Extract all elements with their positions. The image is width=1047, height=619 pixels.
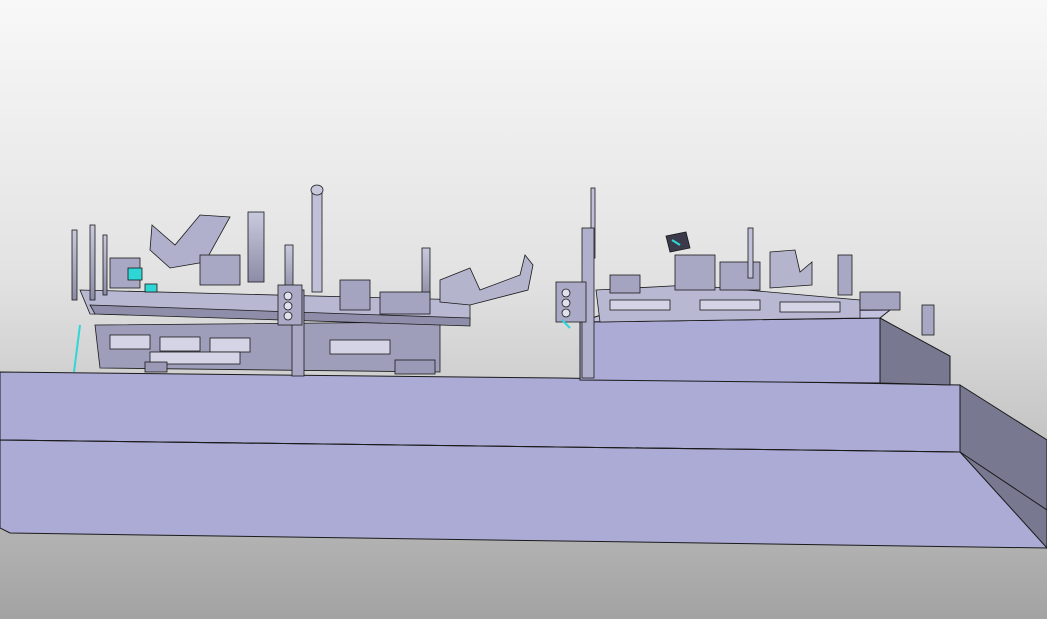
post: [747, 227, 754, 279]
clamp-hole: [561, 308, 571, 318]
gripper: [665, 231, 691, 253]
clamp-hole: [561, 298, 571, 308]
foot: [144, 361, 168, 373]
clamp-block: [609, 274, 641, 294]
post: [102, 234, 108, 296]
frame-slot: [159, 336, 201, 352]
pin-shaft: [311, 191, 323, 293]
post: [71, 229, 78, 301]
clamp-block: [339, 279, 371, 311]
base-top-face: [0, 371, 961, 453]
frame-slot: [609, 299, 671, 311]
frame-slot: [329, 339, 391, 355]
cad-scene[interactable]: [0, 0, 1047, 619]
post: [89, 224, 96, 301]
post: [247, 211, 265, 283]
clamp-block: [379, 291, 431, 315]
post: [921, 304, 935, 336]
base-front-face: [0, 439, 1047, 549]
highlight-part: [127, 267, 143, 281]
clamp-block: [674, 254, 716, 291]
clamp-block: [859, 291, 901, 311]
foot: [394, 359, 436, 375]
frame-slot: [779, 301, 841, 313]
frame-slot: [699, 299, 761, 311]
frame-slot: [209, 337, 251, 353]
block-front-face: [579, 317, 881, 384]
highlight-part: [144, 283, 158, 293]
pin-head: [310, 184, 324, 196]
base-platform[interactable]: [0, 371, 1047, 549]
post: [837, 254, 853, 296]
cad-3d-viewport[interactable]: [0, 0, 1047, 619]
clamp-block: [555, 281, 587, 323]
clamp-hole: [561, 288, 571, 298]
clamp-block: [719, 261, 761, 291]
clamp-block: [199, 254, 241, 286]
clamp-hole: [283, 291, 293, 301]
post: [421, 247, 431, 299]
clamp-hole: [283, 301, 293, 311]
frame-slot: [109, 334, 151, 350]
clamp-hole: [283, 311, 293, 321]
